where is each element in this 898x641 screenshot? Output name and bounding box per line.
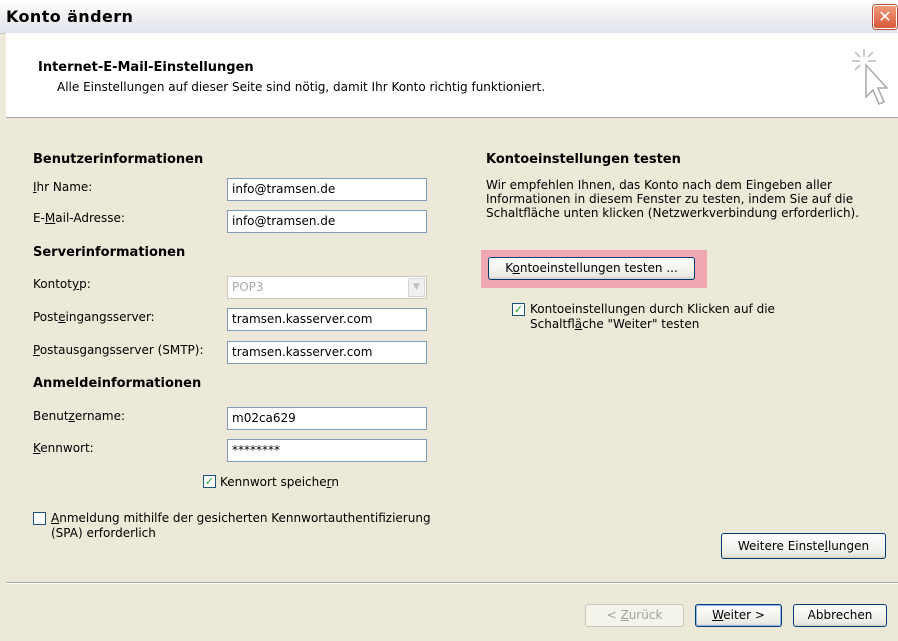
outgoing-server-input[interactable]: tramsen.kasserver.com (227, 341, 427, 364)
more-settings-button[interactable]: Weitere Einstellungen (721, 533, 886, 559)
username-label: Benutzername: (33, 409, 126, 423)
account-type-label: Kontotyp: (33, 277, 91, 291)
incoming-server-label: Posteingangsserver: (33, 310, 155, 324)
email-label: E-Mail-Adresse: (33, 211, 125, 225)
outgoing-server-label: Postausgangsserver (SMTP): (33, 343, 204, 357)
test-heading: Kontoeinstellungen testen (486, 152, 681, 167)
username-input[interactable]: m02ca629 (227, 407, 427, 430)
server-info-heading: Serverinformationen (33, 245, 186, 260)
account-type-value: POP3 (232, 280, 264, 294)
dialog-window: Konto ändern ✕ Internet-E-Mail-Einstellu… (0, 0, 898, 641)
close-icon: ✕ (878, 7, 892, 26)
save-password-checkbox[interactable]: ✓ (203, 475, 216, 488)
title-bar[interactable]: Konto ändern ✕ (0, 0, 898, 34)
password-input[interactable]: ******** (227, 439, 427, 462)
window-title: Konto ändern (6, 7, 134, 26)
header-title: Internet-E-Mail-Einstellungen (38, 60, 254, 75)
back-button[interactable]: < Zurück (585, 604, 684, 627)
cursor-click-icon (852, 49, 888, 105)
incoming-server-input[interactable]: tramsen.kasserver.com (227, 308, 427, 331)
header-subtitle: Alle Einstellungen auf dieser Seite sind… (57, 80, 546, 94)
cancel-button[interactable]: Abbrechen (793, 604, 887, 627)
login-info-heading: Anmeldeinformationen (33, 376, 202, 391)
spa-label[interactable]: Anmeldung mithilfe der gesicherten Kennw… (51, 511, 431, 541)
test-settings-button[interactable]: Kontoeinstellungen testen ... (488, 257, 695, 280)
spa-checkbox[interactable] (33, 512, 46, 525)
next-button[interactable]: Weiter > (695, 604, 782, 627)
password-label: Kennwort: (33, 441, 94, 455)
close-button[interactable]: ✕ (873, 5, 897, 29)
save-password-label[interactable]: Kennwort speichern (220, 475, 339, 489)
email-input[interactable]: info@tramsen.de (227, 210, 427, 233)
auto-test-checkbox[interactable]: ✓ (512, 303, 525, 316)
test-description: Wir empfehlen Ihnen, das Konto nach dem … (486, 178, 860, 220)
name-label: Ihr Name: (33, 180, 93, 194)
user-info-heading: Benutzerinformationen (33, 152, 204, 167)
name-input[interactable]: info@tramsen.de (227, 178, 427, 201)
header-panel: Internet-E-Mail-Einstellungen Alle Einst… (6, 33, 898, 118)
footer-separator (6, 582, 898, 584)
chevron-down-icon: ▼ (408, 278, 425, 297)
auto-test-label[interactable]: Kontoeinstellungen durch Klicken auf die… (530, 302, 775, 332)
account-type-select[interactable]: POP3 ▼ (227, 276, 427, 299)
